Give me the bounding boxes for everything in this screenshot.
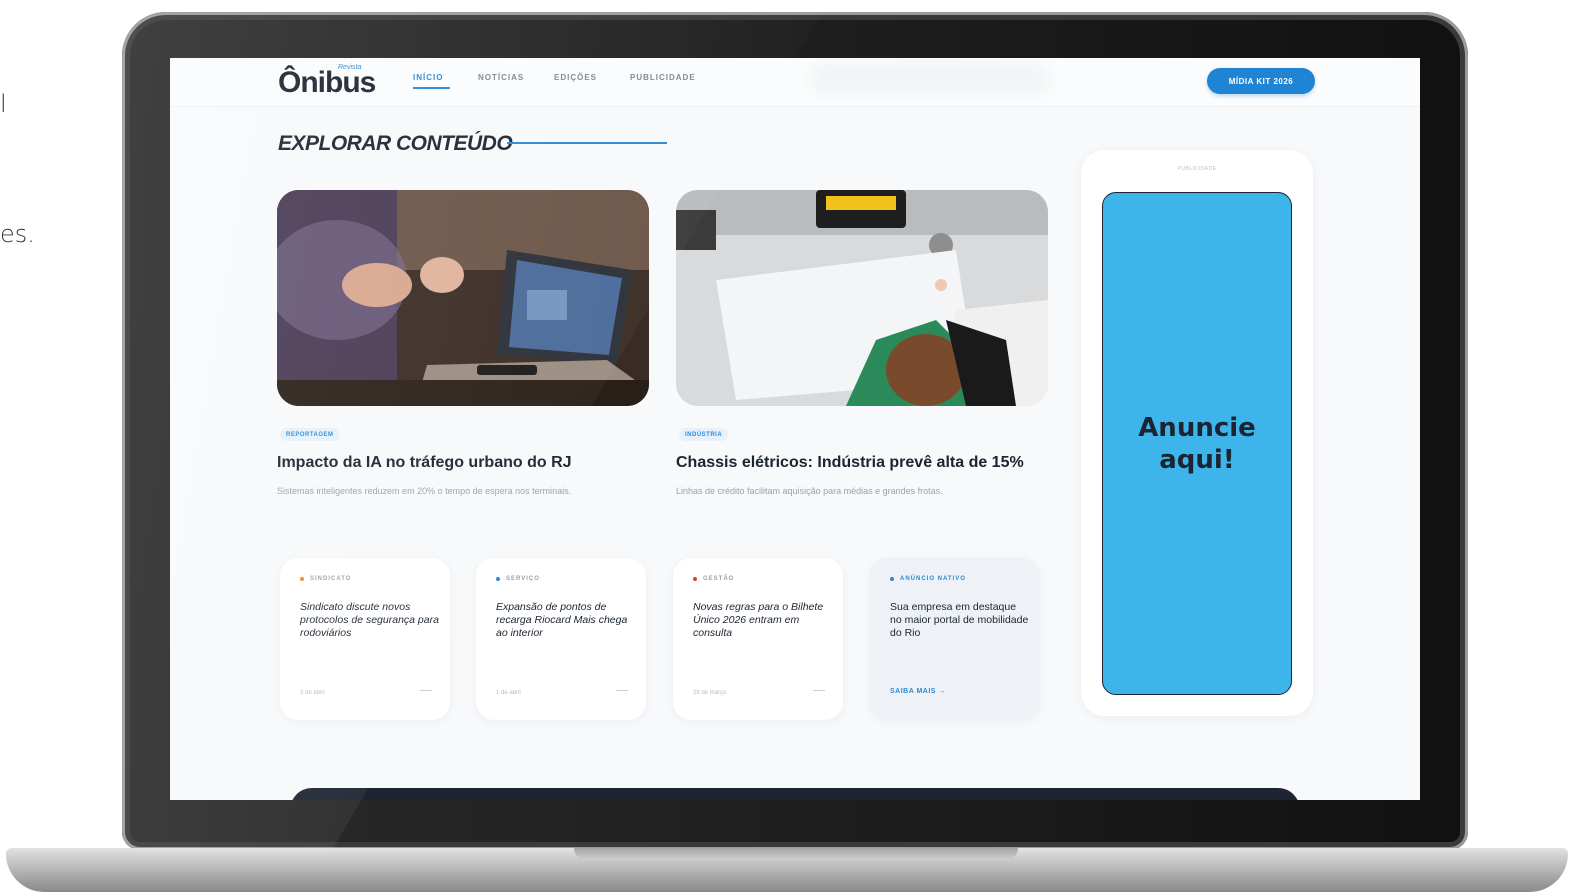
feature-tag: REPORTAGEM [280, 428, 340, 441]
card-title: Sindicato discute novos protocolos de se… [300, 601, 439, 639]
feature-tag: INDÚSTRIA [679, 428, 729, 441]
feature-title[interactable]: Chassis elétricos: Indústria prevê alta … [676, 454, 1024, 472]
laptop-notch [574, 848, 1018, 860]
site-logo-sub: Revista [338, 64, 362, 71]
header-search-shape [810, 62, 1050, 96]
card-category: SINDICATO [300, 576, 351, 582]
feature-description: Sistemas inteligentes reduzem em 20% o t… [277, 486, 572, 496]
ad-banner[interactable]: Anuncie aqui! [1102, 192, 1292, 695]
promo-card[interactable]: ANÚNCIO NATIVO Sua empresa em destaque n… [870, 558, 1040, 720]
ad-text-line2: aqui! [1159, 444, 1235, 475]
nav-noticias[interactable]: NOTÍCIAS [478, 73, 524, 82]
site-header: Ônibus Revista INÍCIO NOTÍCIAS EDIÇÕES P… [170, 58, 1420, 107]
card-date: 1 de abril [496, 690, 521, 696]
card-category: GESTÃO [693, 576, 734, 582]
card-category: SERVIÇO [496, 576, 540, 582]
nav-inicio[interactable]: INÍCIO [413, 73, 443, 82]
card-title: Expansão de pontos de recarga Riocard Ma… [496, 601, 628, 639]
card-category-label: ANÚNCIO NATIVO [900, 576, 966, 582]
workshop-photo [676, 190, 1048, 406]
card-category: ANÚNCIO NATIVO [890, 576, 966, 582]
background-text-fragment: es. [0, 220, 35, 248]
meeting-photo [277, 190, 649, 406]
site-logo[interactable]: Ônibus [278, 66, 376, 100]
laptop-screen: Ônibus Revista INÍCIO NOTÍCIAS EDIÇÕES P… [170, 58, 1420, 800]
news-card[interactable]: SINDICATO Sindicato discute novos protoc… [280, 558, 450, 720]
section-title: EXPLORAR CONTEÚDO [278, 132, 513, 155]
news-card[interactable]: GESTÃO Novas regras para o Bilhete Único… [673, 558, 843, 720]
ad-text-line1: Anuncie [1138, 412, 1256, 443]
card-title: Novas regras para o Bilhete Único 2026 e… [693, 601, 824, 639]
footer-section-top [290, 788, 1300, 800]
feature-title[interactable]: Impacto da IA no tráfego urbano do RJ [277, 454, 572, 472]
category-dot [300, 577, 304, 581]
card-divider [616, 690, 628, 691]
ad-sidebar: PUBLICIDADE Anuncie aqui! [1081, 150, 1313, 716]
category-dot [890, 577, 894, 581]
card-date: 3 de abril [300, 690, 325, 696]
card-category-label: SINDICATO [310, 576, 352, 582]
media-kit-button[interactable]: MÍDIA KIT 2026 [1207, 68, 1315, 94]
card-date: 28 de março [693, 690, 727, 696]
category-dot [693, 577, 697, 581]
category-dot [496, 577, 500, 581]
card-divider [813, 690, 825, 691]
card-category-label: GESTÃO [703, 576, 735, 582]
saiba-mais-link[interactable]: SAIBA MAIS → [890, 688, 946, 695]
news-card[interactable]: SERVIÇO Expansão de pontos de recarga Ri… [476, 558, 646, 720]
feature-description: Linhas de crédito facilitam aquisição pa… [676, 486, 943, 496]
feature-image-workshop[interactable] [676, 190, 1048, 406]
card-divider [420, 690, 432, 691]
feature-image-meeting[interactable] [277, 190, 649, 406]
ad-label: PUBLICIDADE [1177, 166, 1217, 172]
nav-edicoes[interactable]: EDIÇÕES [554, 73, 597, 82]
card-category-label: SERVIÇO [506, 576, 540, 582]
section-title-line [507, 142, 667, 144]
background-text-fragment: l [0, 90, 7, 118]
card-title: Sua empresa em destaque no maior portal … [890, 601, 1029, 639]
nav-active-indicator [413, 87, 450, 89]
nav-publicidade[interactable]: PUBLICIDADE [630, 73, 696, 82]
